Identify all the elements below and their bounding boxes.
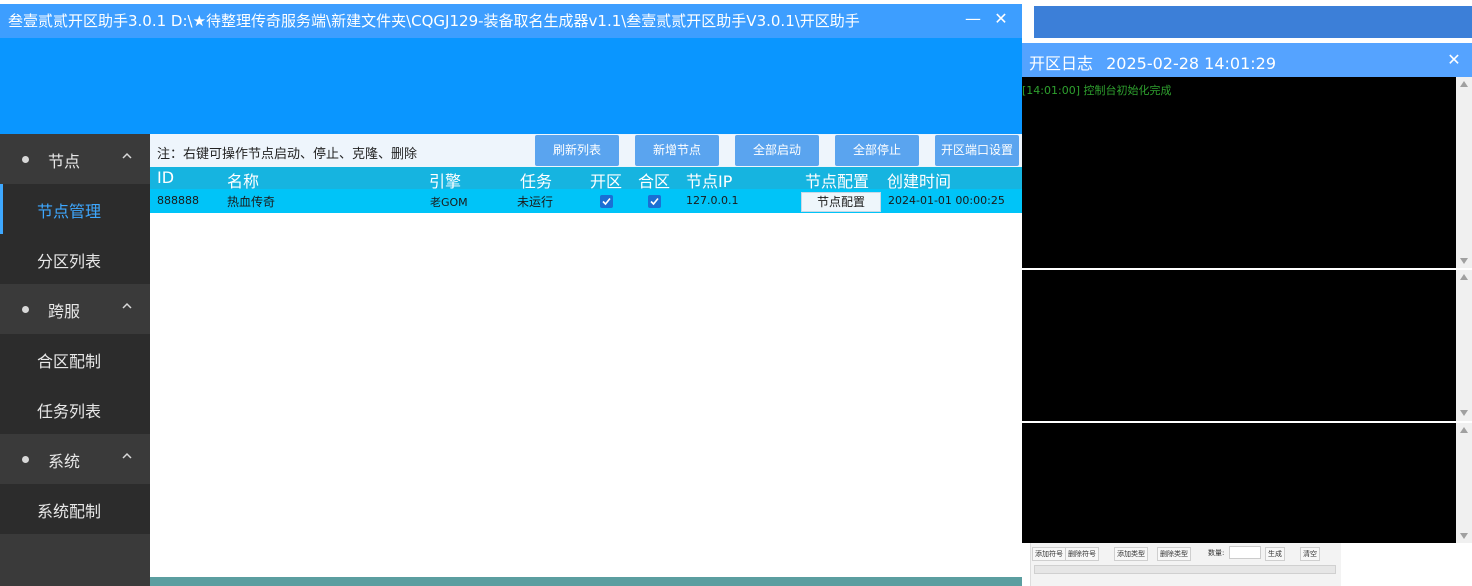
sidebar-group-system[interactable]: 系统 <box>0 434 150 484</box>
delete-type-button[interactable]: 删除类型 <box>1157 547 1191 561</box>
log-datetime: 2025-02-28 14:01:29 <box>1106 54 1277 73</box>
log-pane-tertiary[interactable] <box>1022 423 1456 543</box>
close-button[interactable]: ✕ <box>990 8 1012 30</box>
cell-task-status: 未运行 <box>517 195 554 209</box>
add-type-button[interactable]: 添加类型 <box>1114 547 1148 561</box>
node-config-button[interactable]: 节点配置 <box>801 192 881 212</box>
scroll-up-icon[interactable] <box>1460 427 1468 433</box>
bullet-icon <box>22 156 29 163</box>
open-checkbox[interactable] <box>600 195 613 208</box>
sidebar-item-label: 合区配制 <box>37 352 102 371</box>
sidebar-item-label: 节点管理 <box>37 202 102 221</box>
sidebar-item-task-list[interactable]: 任务列表 <box>0 384 150 434</box>
sidebar-group-nodes[interactable]: 节点 <box>0 134 150 184</box>
log-window-title: 开区日志 2025-02-28 14:01:29 <box>1029 50 1276 74</box>
log-scrollbar[interactable] <box>1456 423 1472 543</box>
log-pane-secondary[interactable] <box>1022 270 1456 421</box>
sidebar-group-label: 节点 <box>48 152 81 171</box>
chevron-up-icon <box>122 152 132 159</box>
generate-button[interactable]: 生成 <box>1265 547 1285 561</box>
log-pane-main[interactable] <box>1022 77 1456 268</box>
background-window-title-bar <box>1034 6 1472 38</box>
log-scrollbar[interactable] <box>1456 270 1472 421</box>
delete-symbol-button[interactable]: 删除符号 <box>1065 547 1099 561</box>
sidebar-item-system-config[interactable]: 系统配制 <box>0 484 150 534</box>
status-bar <box>150 577 1022 586</box>
cell-node-ip: 127.0.0.1 <box>686 194 739 207</box>
column-header-id[interactable]: ID <box>157 168 174 187</box>
merge-checkbox[interactable] <box>648 195 661 208</box>
log-close-button[interactable]: ✕ <box>1444 50 1464 70</box>
progress-bar <box>1034 565 1336 574</box>
scroll-down-icon[interactable] <box>1460 410 1468 416</box>
bullet-icon <box>22 456 29 463</box>
log-title-label: 开区日志 <box>1029 54 1094 73</box>
stop-all-button[interactable]: 全部停止 <box>835 135 919 166</box>
sidebar-group-label: 系统 <box>48 452 81 471</box>
window-title: 叁壹贰贰开区助手3.0.1 D:\★待整理传奇服务端\新建文件夹\CQGJ129… <box>8 12 860 30</box>
scroll-up-icon[interactable] <box>1460 274 1468 280</box>
sidebar-group-label: 跨服 <box>48 302 81 321</box>
header-banner <box>0 38 1022 134</box>
log-scrollbar[interactable] <box>1456 77 1472 268</box>
scroll-up-icon[interactable] <box>1460 81 1468 87</box>
start-all-button[interactable]: 全部启动 <box>735 135 819 166</box>
cell-engine: 老GOM <box>430 196 468 209</box>
scroll-down-icon[interactable] <box>1460 533 1468 539</box>
sidebar-group-cross-server[interactable]: 跨服 <box>0 284 150 334</box>
sidebar-item-label: 分区列表 <box>37 252 102 271</box>
bullet-icon <box>22 306 29 313</box>
cell-name: 热血传奇 <box>227 195 276 209</box>
scroll-down-icon[interactable] <box>1460 258 1468 264</box>
cell-created-time: 2024-01-01 00:00:25 <box>888 194 1005 207</box>
refresh-list-button[interactable]: 刷新列表 <box>535 135 619 166</box>
chevron-up-icon <box>122 452 132 459</box>
sidebar-item-label: 系统配制 <box>37 502 102 521</box>
add-node-button[interactable]: 新增节点 <box>635 135 719 166</box>
check-icon <box>650 197 659 206</box>
log-line: [14:01:00] 控制台初始化完成 <box>1022 84 1172 97</box>
sidebar: 节点 节点管理 分区列表 跨服 合区配制 任务列表 系统 系统配制 <box>0 134 150 586</box>
sidebar-item-label: 任务列表 <box>37 402 102 421</box>
toolbar-note: 注：右键可操作节点启动、停止、克隆、删除 <box>157 147 418 162</box>
sidebar-item-partition-list[interactable]: 分区列表 <box>0 234 150 284</box>
count-label: 数量: <box>1208 549 1225 557</box>
chevron-up-icon <box>122 302 132 309</box>
port-settings-button[interactable]: 开区端口设置 <box>935 135 1019 166</box>
minimize-button[interactable]: — <box>962 8 984 30</box>
sidebar-item-node-management[interactable]: 节点管理 <box>0 184 150 234</box>
count-input[interactable] <box>1229 546 1261 559</box>
sidebar-item-merge-config[interactable]: 合区配制 <box>0 334 150 384</box>
clear-button[interactable]: 清空 <box>1300 547 1320 561</box>
add-symbol-button[interactable]: 添加符号 <box>1032 547 1066 561</box>
cell-id: 888888 <box>157 194 199 207</box>
check-icon <box>602 197 611 206</box>
